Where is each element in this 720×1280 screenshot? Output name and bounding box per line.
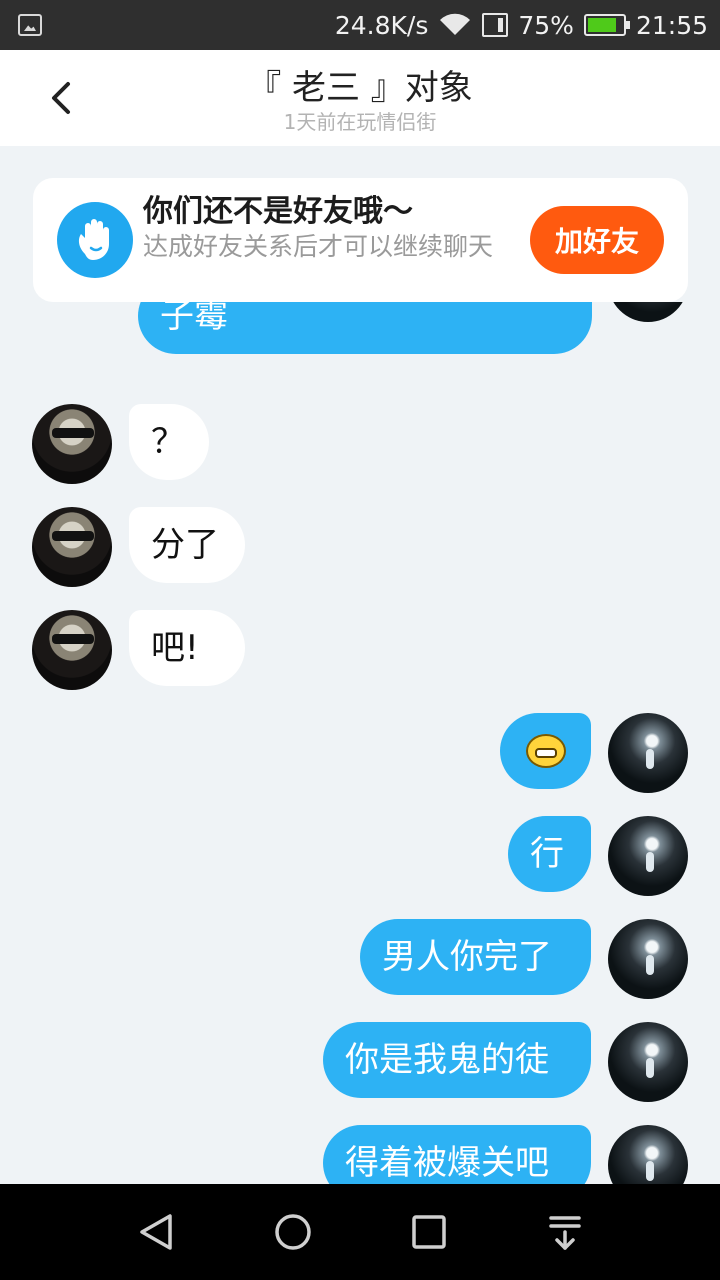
grinning-face-icon [525,734,566,768]
clock: 21:55 [635,10,708,40]
back-triangle-icon[interactable] [134,1208,182,1256]
avatar[interactable] [608,302,688,322]
message-incoming: 吧! [0,610,720,690]
status-bar: 24.8K/s 75% 21:55 [0,0,720,50]
net-speed: 24.8K/s [334,10,429,40]
message-bubble[interactable]: 行 [508,816,591,892]
avatar[interactable] [32,610,112,690]
banner-description: 达成好友关系后才可以继续聊天 [143,232,494,261]
banner-title: 你们还不是好友哦～ [143,194,413,229]
last-active-status: 1天前在玩情侣街 [283,110,437,134]
chat-header: 『 老三 』对象 1天前在玩情侣街 [0,50,720,146]
avatar[interactable] [608,713,688,793]
image-icon [18,14,42,36]
status-indicators: 24.8K/s 75% 21:55 [335,0,708,50]
sim-icon [482,13,509,37]
system-navigation-bar [0,1184,720,1280]
message-outgoing: 行 [0,816,720,896]
message-bubble[interactable]: ？ [129,404,209,480]
notification-pull-icon[interactable] [541,1208,589,1256]
message-bubble[interactable]: 得着被爆关吧 [323,1125,591,1184]
recents-square-icon[interactable] [405,1208,453,1256]
avatar[interactable] [608,816,688,896]
avatar[interactable] [32,404,112,484]
message-outgoing [0,713,720,793]
message-outgoing: 得着被爆关吧 [0,1125,720,1184]
battery-percent: 75% [518,10,574,40]
home-circle-icon[interactable] [269,1208,317,1256]
message-incoming: 分了 [0,507,720,587]
message-bubble[interactable]: 你是我鬼的徒 [323,1022,591,1098]
chat-title: 『 老三 』对象 [247,68,473,108]
avatar[interactable] [608,1125,688,1184]
message-outgoing: 子霉 [0,302,720,354]
avatar[interactable] [608,919,688,999]
not-friends-banner: 你们还不是好友哦～ 达成好友关系后才可以继续聊天 加好友 [33,178,688,302]
wifi-icon [438,13,472,37]
avatar[interactable] [32,507,112,587]
emoji-teeth [534,748,557,758]
message-bubble[interactable]: 分了 [129,507,245,583]
add-friend-button[interactable]: 加好友 [530,206,664,274]
battery-icon [583,14,630,36]
message-bubble[interactable]: 男人你完了 [360,919,591,995]
avatar[interactable] [608,1022,688,1102]
message-incoming: ？ [0,404,720,484]
message-outgoing: 你是我鬼的徒 [0,1022,720,1102]
hand-wave-icon [57,202,133,278]
message-list[interactable]: 子霉 ？ 分了 吧! 行 男人你完了 你是我鬼的徒 得着被爆关吧 [0,302,720,1184]
message-bubble[interactable]: 吧! [129,610,245,686]
message-outgoing: 男人你完了 [0,919,720,999]
battery-level-fill [587,18,617,32]
emoji-message-bubble[interactable] [500,713,591,789]
message-bubble[interactable]: 子霉 [138,302,592,354]
